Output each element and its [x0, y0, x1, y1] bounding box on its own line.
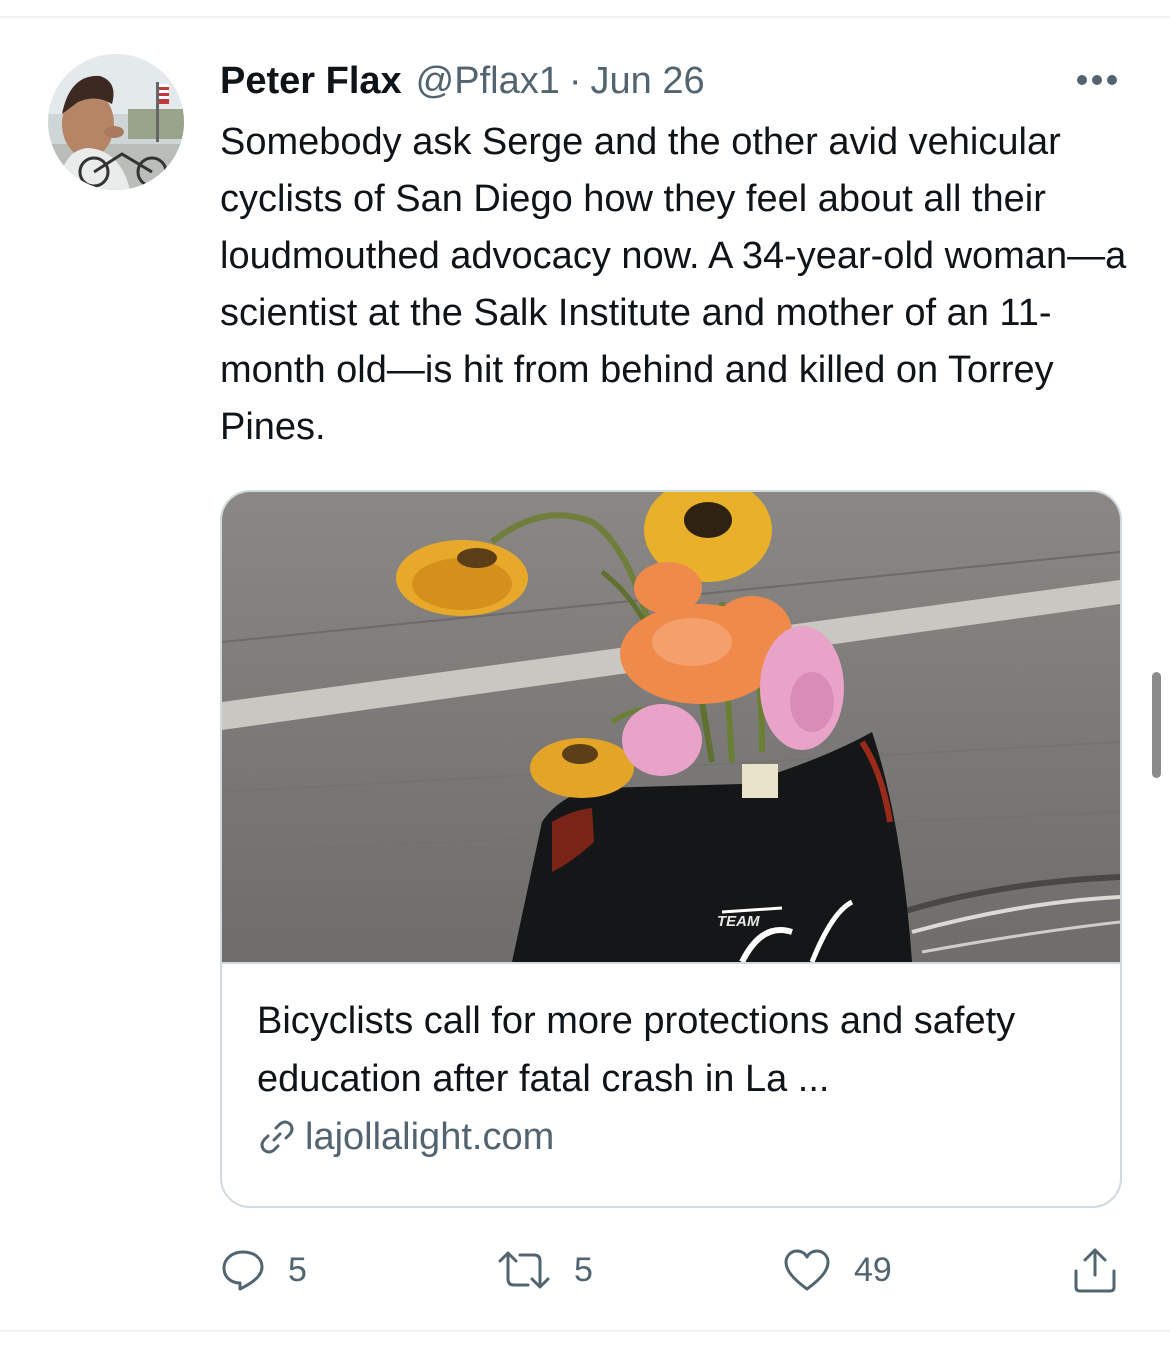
author-avatar[interactable]	[48, 54, 184, 190]
tweet-timestamp[interactable]: Jun 26	[591, 56, 705, 106]
more-options-icon[interactable]	[1070, 66, 1124, 94]
reply-icon	[222, 1250, 264, 1291]
card-domain: lajollalight.com	[257, 1112, 554, 1162]
card-image: TEAM	[222, 492, 1120, 964]
like-button[interactable]: 49	[782, 1240, 892, 1300]
tweet-actions: 5 5 49	[0, 1240, 1170, 1300]
reply-button[interactable]: 5	[220, 1240, 307, 1300]
scrollbar[interactable]	[1152, 672, 1161, 778]
retweet-count: 5	[574, 1250, 593, 1289]
reply-count: 5	[288, 1250, 307, 1289]
link-card[interactable]: TEAM Bicyclists call for more protection…	[220, 490, 1122, 1208]
card-image-jersey-text: TEAM	[717, 913, 760, 930]
header-separator: ·	[568, 60, 582, 102]
tweet-header: Peter Flax @Pflax1 · Jun 26	[220, 56, 705, 106]
author-name[interactable]: Peter Flax	[220, 56, 402, 106]
link-icon	[260, 1120, 294, 1154]
top-divider	[0, 16, 1170, 18]
retweet-button[interactable]: 5	[496, 1240, 593, 1300]
tweet-text: Somebody ask Serge and the other avid ve…	[220, 121, 1127, 448]
share-icon	[1074, 1248, 1116, 1293]
like-count: 49	[854, 1250, 892, 1289]
bottom-divider	[0, 1330, 1170, 1332]
heart-icon	[784, 1249, 830, 1291]
card-title: Bicyclists call for more protections and…	[257, 1000, 1016, 1100]
retweet-icon	[498, 1251, 550, 1289]
share-button[interactable]	[1070, 1240, 1120, 1300]
author-handle[interactable]: @Pflax1	[416, 56, 560, 106]
card-domain-text: lajollalight.com	[305, 1116, 555, 1158]
